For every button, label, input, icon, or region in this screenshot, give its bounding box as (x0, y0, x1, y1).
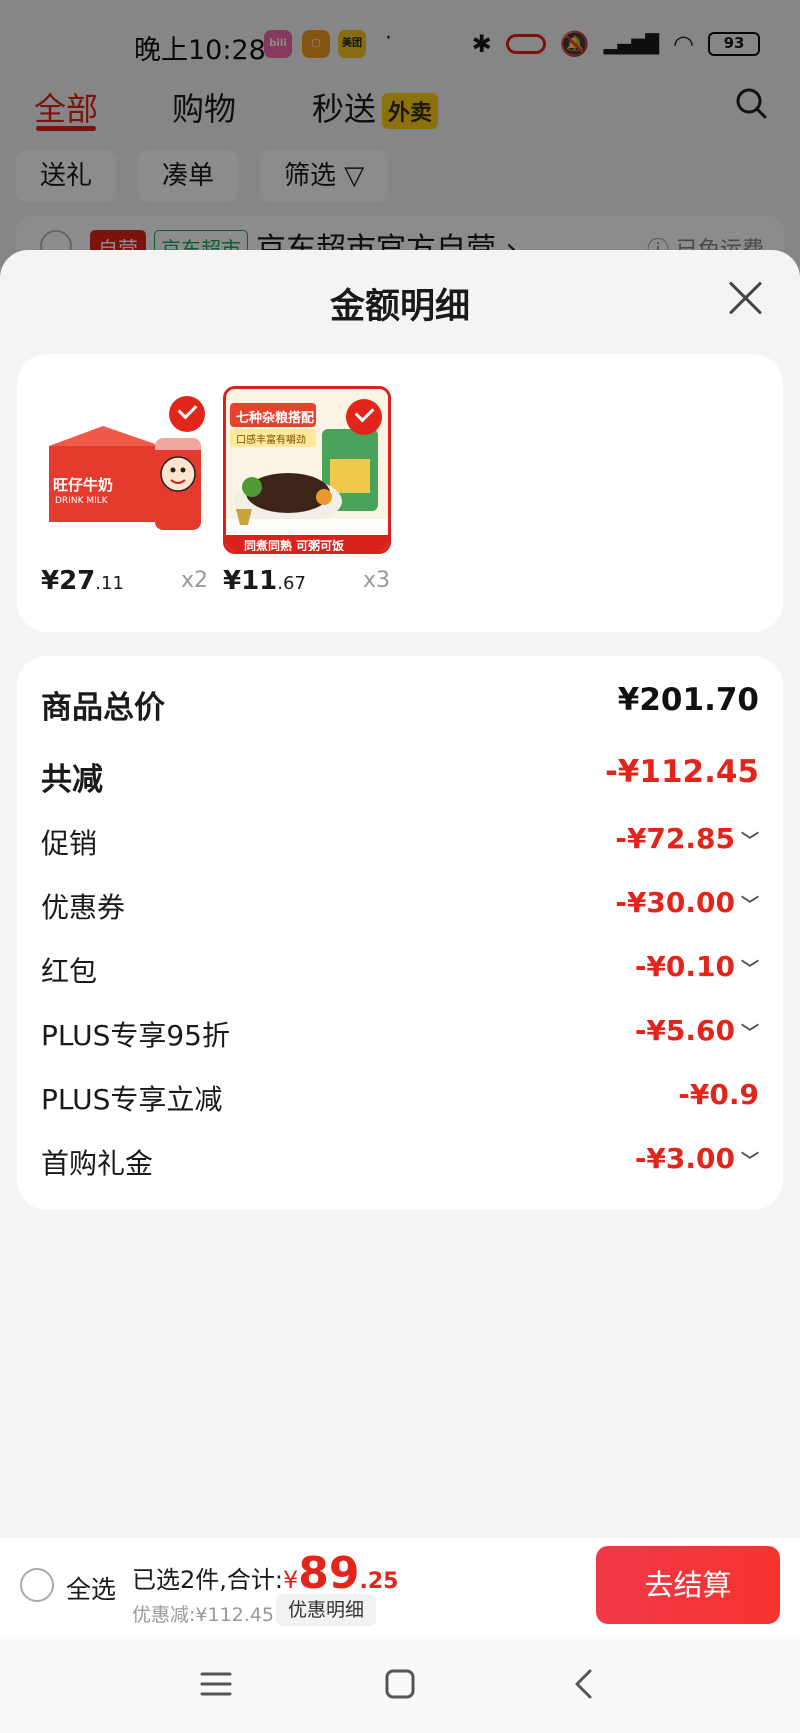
price-decimal: .11 (95, 573, 124, 594)
system-nav-bar (0, 1636, 800, 1733)
selected-text: 已选2件,合计: (132, 1566, 283, 1594)
total-reduction-value: -¥112.45 (604, 754, 759, 790)
product-item[interactable]: 旺仔牛奶 DRINK MILK (43, 386, 213, 554)
product-image-subtext: 口感丰富有嚼劲 (236, 435, 306, 446)
discount-value: -¥5.60 ﹀ (635, 1014, 759, 1047)
total-reduction-label: 共减 (41, 762, 103, 798)
product-image-grain-mix: 七种杂粮搭配 口感丰富有嚼劲 同煮同熟 可粥可饭 (223, 386, 391, 554)
select-all-radio[interactable] (20, 1568, 54, 1602)
product-image-text: 七种杂粮搭配 (236, 411, 315, 426)
total-price-value: ¥201.70 (617, 682, 759, 718)
selected-summary: 已选2件,合计:¥89.25 (132, 1548, 398, 1599)
discount-row-promotion[interactable]: 促销 -¥72.85 ﹀ (41, 822, 759, 872)
discount-row-red-packet[interactable]: 红包 -¥0.10 ﹀ (41, 950, 759, 1000)
product-list: 旺仔牛奶 DRINK MILK ¥27.11 x2 七种杂粮搭配 口感丰富有嚼劲… (17, 354, 783, 632)
discount-detail-button[interactable]: 优惠明细 (276, 1594, 377, 1626)
discount-value: -¥0.9 (678, 1078, 759, 1111)
select-all-label[interactable]: 全选 (66, 1570, 116, 1606)
chevron-down-icon[interactable]: ﹀ (741, 1019, 759, 1045)
discount-row-plus-instant: PLUS专享立减 -¥0.9 (41, 1078, 759, 1128)
discount-amount: -¥5.60 (634, 1014, 735, 1047)
amount-detail-sheet: 金额明细 旺仔牛奶 DRINK MILK ¥27.11 x2 七种杂粮搭配 口感… (0, 250, 800, 1733)
discount-label: 首购礼金 (41, 1147, 154, 1180)
discount-row-first-purchase[interactable]: 首购礼金 -¥3.00 ﹀ (41, 1142, 759, 1192)
discount-value: -¥0.10 ﹀ (635, 950, 759, 983)
discount-row-coupon[interactable]: 优惠券 -¥30.00 ﹀ (41, 886, 759, 936)
total-price-label: 商品总价 (41, 690, 165, 726)
chevron-down-icon[interactable]: ﹀ (741, 827, 759, 853)
discount-label: PLUS专享95折 (41, 1019, 230, 1052)
product-price: ¥11.67 (223, 566, 306, 596)
product-image-subtext: DRINK MILK (55, 496, 108, 506)
discount-label: 红包 (41, 955, 98, 988)
discount-label: 优惠券 (41, 891, 126, 924)
menu-icon[interactable] (198, 1666, 234, 1702)
back-icon[interactable] (566, 1666, 602, 1702)
total-price-row: 商品总价 ¥201.70 (41, 682, 759, 732)
product-image-wangzai-milk: 旺仔牛奶 DRINK MILK (43, 386, 211, 554)
discount-summary: 优惠减:¥112.45 (132, 1604, 274, 1626)
checked-icon[interactable] (169, 396, 205, 432)
home-icon[interactable] (382, 1666, 418, 1702)
chevron-down-icon[interactable]: ﹀ (741, 955, 759, 981)
price-integer: ¥27 (41, 566, 96, 596)
discount-label: 促销 (41, 827, 98, 860)
discount-value: -¥30.00 ﹀ (615, 886, 759, 919)
discount-row-plus-95[interactable]: PLUS专享95折 -¥5.60 ﹀ (41, 1014, 759, 1064)
checked-icon[interactable] (346, 399, 382, 435)
total-reduction-row: 共减 -¥112.45 (41, 754, 759, 804)
checkout-bar: 全选 已选2件,合计:¥89.25 优惠减:¥112.45 优惠明细 去结算 (0, 1538, 800, 1636)
price-decimal: .67 (277, 573, 306, 594)
chevron-down-icon[interactable]: ﹀ (741, 891, 759, 917)
checkout-button[interactable]: 去结算 (596, 1546, 780, 1624)
product-image-bottom-text: 同煮同熟 可粥可饭 (244, 539, 345, 553)
product-price: ¥27.11 (41, 566, 124, 596)
product-quantity: x3 (363, 568, 391, 593)
close-icon[interactable] (728, 280, 764, 316)
discount-amount: -¥30.00 (615, 886, 735, 919)
discount-amount: -¥3.00 (634, 1142, 735, 1175)
discount-amount: -¥0.10 (634, 950, 735, 983)
total-amount-decimal: .25 (359, 1569, 399, 1594)
currency-symbol: ¥ (282, 1566, 299, 1594)
discount-value: -¥3.00 ﹀ (635, 1142, 759, 1175)
discount-label: PLUS专享立减 (41, 1083, 223, 1116)
product-item[interactable]: 七种杂粮搭配 口感丰富有嚼劲 同煮同熟 可粥可饭 (223, 386, 393, 554)
discount-value: -¥72.85 ﹀ (615, 822, 759, 855)
product-image-text: 旺仔牛奶 (53, 476, 114, 494)
sheet-title: 金额明细 (329, 287, 470, 327)
discount-amount: -¥72.85 (615, 822, 735, 855)
product-quantity: x2 (181, 568, 209, 593)
price-summary: 商品总价 ¥201.70 共减 -¥112.45 促销 -¥72.85 ﹀ 优惠券… (17, 656, 783, 1210)
price-integer: ¥11 (223, 566, 278, 596)
total-amount-integer: 89 (298, 1548, 360, 1599)
chevron-down-icon[interactable]: ﹀ (741, 1147, 759, 1173)
